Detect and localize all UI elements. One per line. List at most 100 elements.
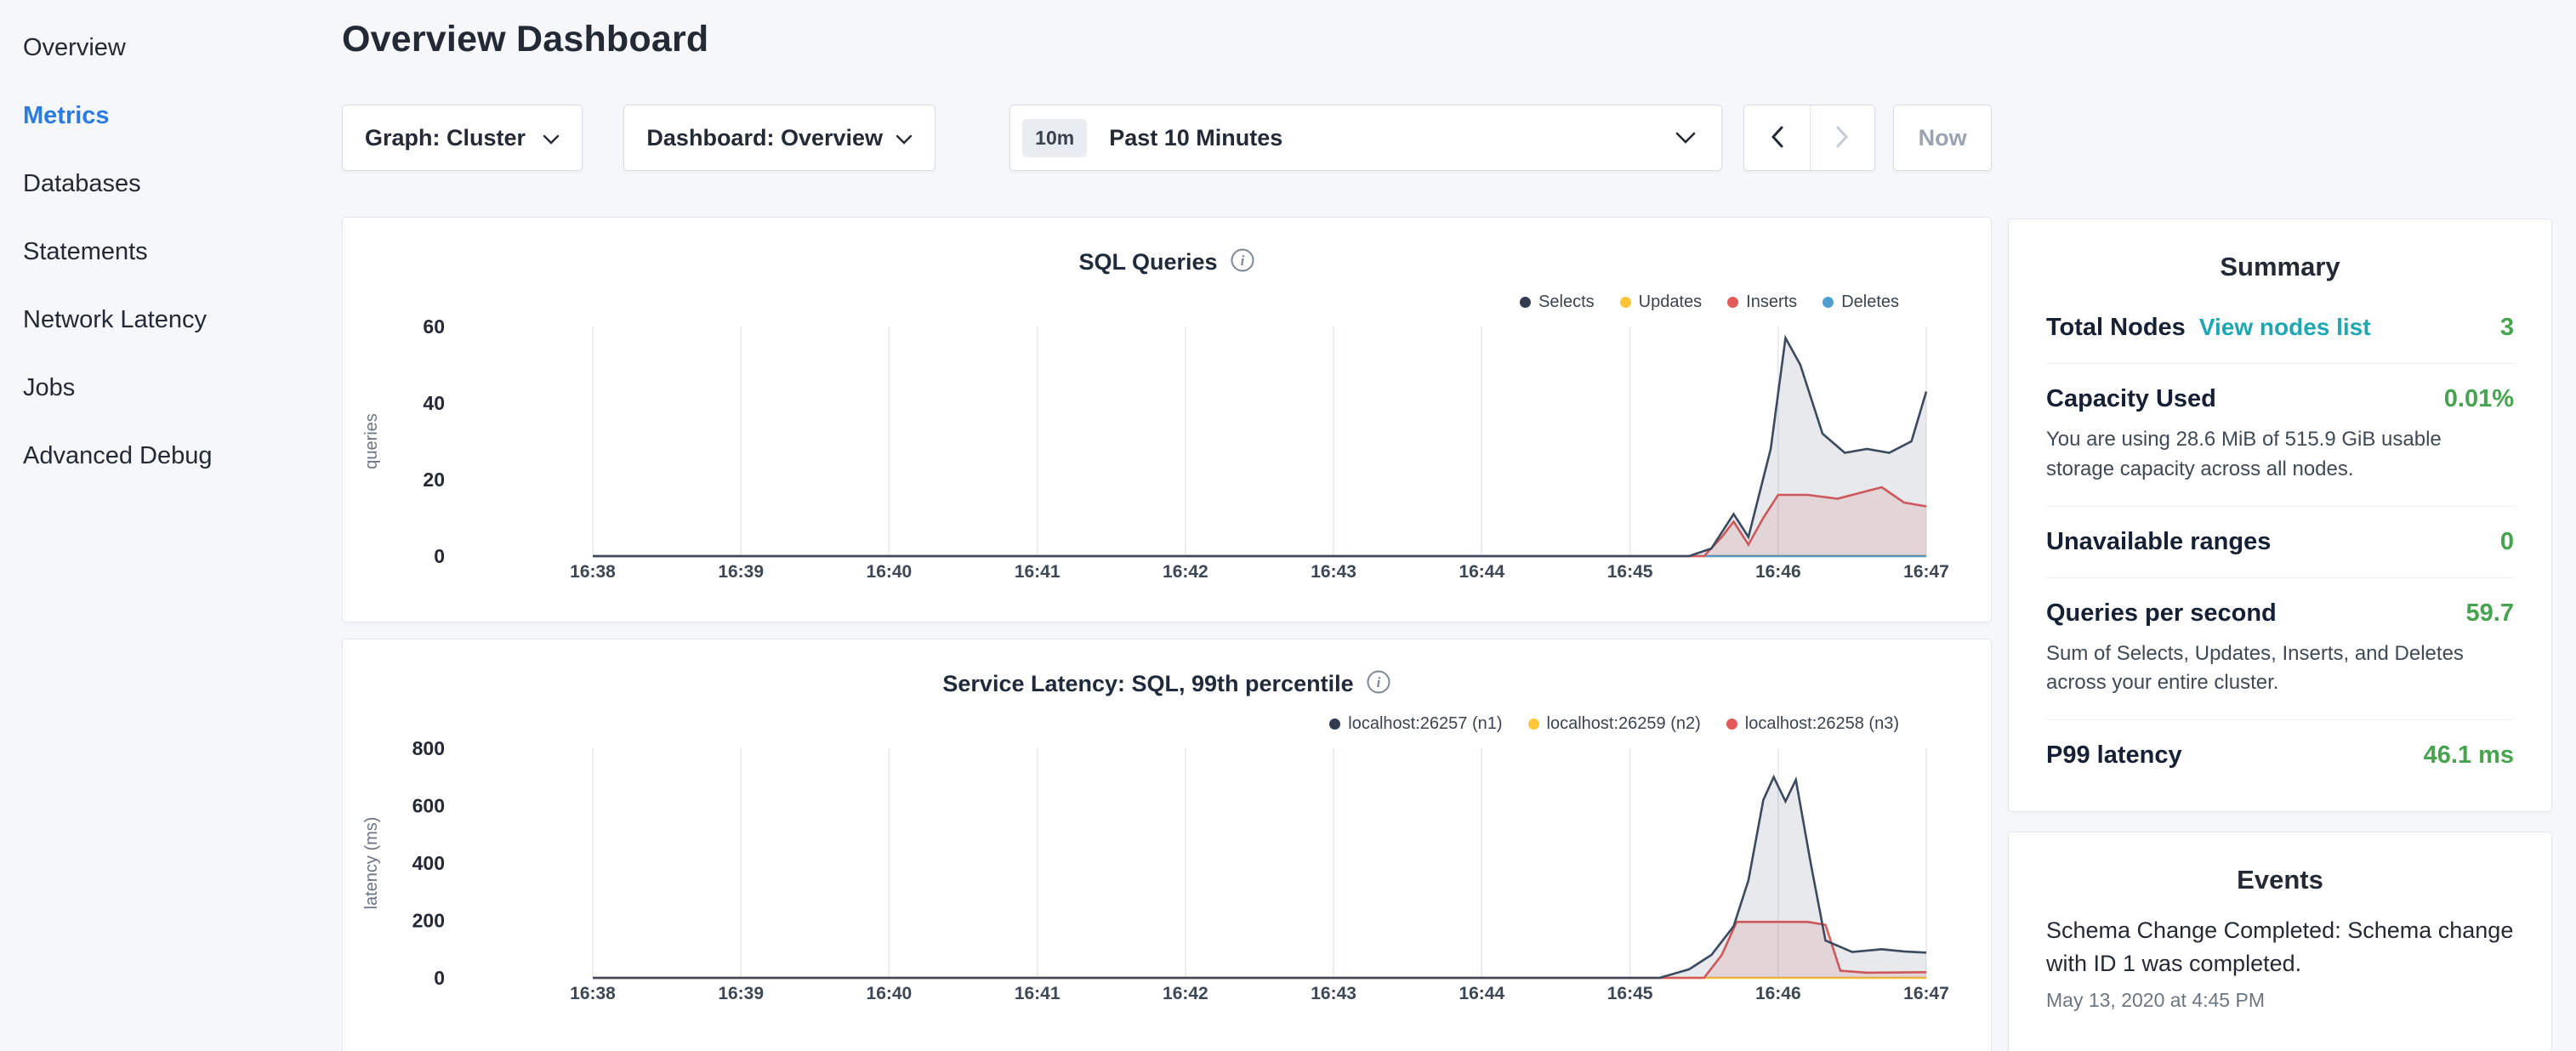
sidebar-item-network-latency[interactable]: Network Latency [23,286,316,354]
legend-item-localhost-26259-n2[interactable]: localhost:26259 (n2) [1528,714,1701,734]
chart-header: Service Latency: SQL, 99th percentile i [343,670,1991,698]
svg-text:16:38: 16:38 [570,984,616,1003]
events-list: Schema Change Completed: Schema change w… [2046,906,2514,1012]
dashboard-dropdown-label: Dashboard: Overview [646,125,883,151]
legend-item-updates[interactable]: Updates [1620,293,1703,312]
summary-value: 0 [2500,528,2514,556]
svg-text:16:46: 16:46 [1755,984,1801,1003]
summary-row: Queries per second 59.7 [2046,599,2514,628]
chart-sql-queries: SQL Queries i Selects Updates Inserts Delet… [342,217,1992,622]
time-back-button[interactable] [1744,105,1809,170]
chart-title: Service Latency: SQL, 99th percentile [942,671,1353,697]
chevron-down-icon [896,125,913,151]
summary-row: Unavailable ranges 0 [2046,528,2514,556]
legend-item-deletes[interactable]: Deletes [1823,293,1899,312]
graph-dropdown-label: Graph: Cluster [365,125,526,151]
svg-text:16:47: 16:47 [1903,984,1949,1003]
svg-text:0: 0 [434,967,445,989]
svg-text:400: 400 [412,852,445,874]
summary-rows: Total NodesView nodes list3 Capacity Used… [2046,293,2514,791]
summary-value: 46.1 ms [2424,741,2514,770]
legend-item-selects[interactable]: Selects [1520,293,1595,312]
app-root: OverviewMetricsDatabasesStatementsNetwor… [0,0,2576,1051]
svg-text:40: 40 [423,392,445,414]
legend-label: Deletes [1841,293,1899,312]
sidebar-item-databases[interactable]: Databases [23,150,316,218]
legend-dot [1823,297,1834,308]
svg-text:16:45: 16:45 [1607,562,1653,582]
page-title: Overview Dashboard [342,19,1992,60]
svg-text:16:44: 16:44 [1459,562,1504,582]
svg-text:16:43: 16:43 [1311,984,1356,1003]
svg-text:800: 800 [412,737,445,759]
legend-dot [1727,297,1738,308]
summary-label: Unavailable ranges [2046,528,2271,555]
now-button[interactable]: Now [1893,105,1992,171]
right-column: Summary Total NodesView nodes list3 Capac… [2008,219,2552,1051]
svg-text:200: 200 [412,910,445,932]
view-nodes-link[interactable]: View nodes list [2199,314,2371,340]
summary-value: 59.7 [2466,599,2514,628]
svg-text:16:45: 16:45 [1607,984,1653,1003]
svg-text:16:42: 16:42 [1163,984,1208,1003]
svg-text:0: 0 [434,545,445,567]
legend-dot [1329,719,1340,730]
legend-label: Inserts [1746,293,1797,312]
summary-value: 0.01% [2444,385,2514,413]
summary-label: Queries per second [2046,599,2277,627]
main-content: Overview Dashboard Graph: Cluster Dashbo… [342,0,1992,1051]
event-timestamp: May 13, 2020 at 4:45 PM [2046,989,2514,1012]
legend-item-localhost-26257-n1[interactable]: localhost:26257 (n1) [1329,714,1502,734]
svg-text:16:43: 16:43 [1311,562,1356,582]
time-range-label: Past 10 Minutes [1109,125,1282,151]
info-icon[interactable]: i [1230,247,1255,277]
svg-text:16:41: 16:41 [1015,984,1061,1003]
svg-text:16:46: 16:46 [1755,562,1801,582]
sidebar-item-jobs[interactable]: Jobs [23,354,316,422]
chevron-left-icon [1770,125,1784,151]
time-range-selector[interactable]: 10m Past 10 Minutes [1009,105,1722,171]
chart-legend: localhost:26257 (n1) localhost:26259 (n2)… [1329,714,1899,734]
summary-row: Total NodesView nodes list3 [2046,314,2514,342]
events-title: Events [2046,832,2514,906]
svg-text:16:42: 16:42 [1163,562,1208,582]
event-item[interactable]: Schema Change Completed: Schema change w… [2046,906,2514,1012]
time-forward-button[interactable] [1810,105,1874,170]
summary-title: Summary [2046,219,2514,293]
sidebar-item-advanced-debug[interactable]: Advanced Debug [23,422,316,490]
summary-block-capacity-used: Capacity Used0.01%You are using 28.6 MiB… [2046,363,2514,506]
legend-dot [1726,719,1737,730]
legend-dot [1528,719,1539,730]
legend-item-inserts[interactable]: Inserts [1727,293,1797,312]
chart-title: SQL Queries [1078,249,1217,276]
legend-label: Selects [1538,293,1595,312]
summary-row-left: P99 latency [2046,741,2182,770]
sidebar-item-metrics[interactable]: Metrics [23,82,316,150]
sidebar-item-statements[interactable]: Statements [23,218,316,286]
summary-label: P99 latency [2046,741,2182,769]
graph-dropdown[interactable]: Graph: Cluster [342,105,583,171]
chart-legend: Selects Updates Inserts Deletes [1520,293,1899,312]
controls-bar: Graph: Cluster Dashboard: Overview 10m P… [342,105,1992,171]
legend-item-localhost-26258-n3[interactable]: localhost:26258 (n3) [1726,714,1899,734]
legend-dot [1520,297,1531,308]
summary-description: Sum of Selects, Updates, Inserts, and De… [2046,639,2514,699]
svg-text:16:40: 16:40 [867,984,913,1003]
chevron-down-icon [1675,132,1696,145]
sidebar-item-overview[interactable]: Overview [23,14,316,82]
summary-block-unavailable-ranges: Unavailable ranges 0 [2046,506,2514,577]
dashboard-dropdown[interactable]: Dashboard: Overview [623,105,935,171]
sidebar-nav: OverviewMetricsDatabasesStatementsNetwor… [0,0,316,1051]
legend-label: Updates [1639,293,1703,312]
svg-text:16:41: 16:41 [1015,562,1061,582]
time-step-buttons [1743,105,1875,171]
svg-text:600: 600 [412,795,445,817]
svg-text:16:38: 16:38 [570,562,616,582]
summary-row-left: Queries per second [2046,599,2277,628]
summary-label: Capacity Used [2046,385,2216,412]
summary-row: Capacity Used 0.01% [2046,385,2514,413]
chart-service-latency: Service Latency: SQL, 99th percentile i … [342,639,1992,1051]
info-icon[interactable]: i [1366,669,1391,699]
chevron-down-icon [543,125,560,151]
summary-row-left: Total NodesView nodes list [2046,314,2371,342]
